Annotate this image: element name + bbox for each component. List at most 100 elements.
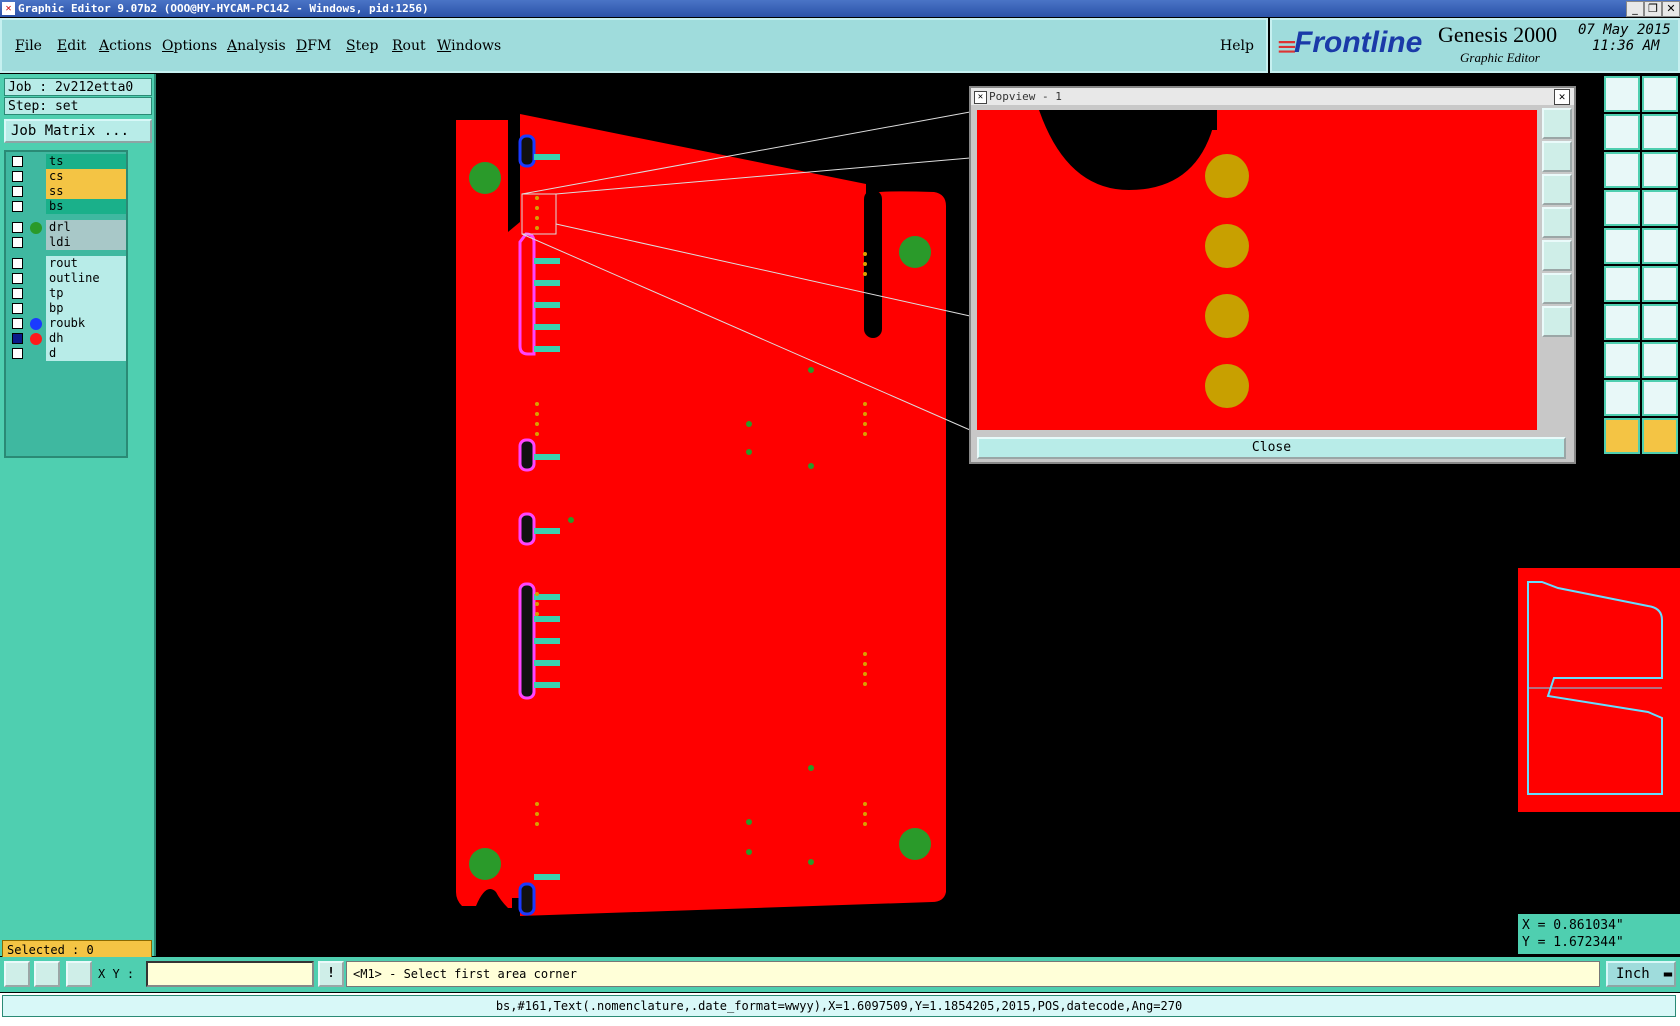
job-matrix-button[interactable]: Job Matrix ...: [4, 119, 152, 143]
link-icon[interactable]: [1604, 266, 1640, 302]
s-curve-icon[interactable]: [1642, 114, 1678, 150]
layer-row-ss[interactable]: ss: [8, 184, 126, 199]
pattern-icon[interactable]: [1642, 342, 1678, 378]
drc-icon[interactable]: [1604, 190, 1640, 226]
layer-checkbox[interactable]: [12, 333, 23, 344]
mounting-hole: [899, 828, 931, 860]
menu-analysis[interactable]: Analysis: [227, 38, 286, 54]
brand-area: ≡ Frontline Genesis 2000 Graphic Editor …: [1270, 18, 1680, 73]
menu-options[interactable]: Options: [162, 38, 217, 54]
measure-icon[interactable]: [34, 961, 60, 987]
flip-icon[interactable]: [1642, 304, 1678, 340]
drc2-icon[interactable]: [1642, 190, 1678, 226]
minimize-button[interactable]: _: [1626, 1, 1644, 17]
layer-checkbox[interactable]: [12, 156, 23, 167]
help-icon[interactable]: [1642, 152, 1678, 188]
popview-close-icon[interactable]: ✕: [1554, 89, 1570, 105]
layer-checkbox[interactable]: [12, 201, 23, 212]
layer-row-tp[interactable]: tp: [8, 286, 126, 301]
layer-name: d: [46, 346, 126, 361]
pv-expand-icon[interactable]: [1542, 273, 1572, 304]
layer-row-drl[interactable]: drl: [8, 220, 126, 235]
ruler-icon[interactable]: [1604, 228, 1640, 264]
layer-row-outline[interactable]: outline: [8, 271, 126, 286]
product-name: Genesis 2000: [1438, 22, 1558, 47]
layer-checkbox[interactable]: [12, 288, 23, 299]
menu-help[interactable]: Help: [1220, 38, 1254, 54]
layer-row-roubk[interactable]: roubk: [8, 316, 126, 331]
layer-name: roubk: [46, 316, 126, 331]
layer-row-ts[interactable]: ts: [8, 154, 126, 169]
status-text: bs,#161,Text(.nomenclature,.date_format=…: [2, 995, 1676, 1017]
layer-checkbox[interactable]: [12, 303, 23, 314]
layer-checkbox[interactable]: [12, 237, 23, 248]
layer-row-dh[interactable]: dh: [8, 331, 126, 346]
status-bar: bs,#161,Text(.nomenclature,.date_format=…: [0, 993, 1680, 1026]
popview-close-button[interactable]: Close: [977, 437, 1566, 459]
pv-down-icon[interactable]: [1542, 174, 1572, 205]
date-label: 07 May 2015: [1578, 22, 1671, 38]
connector-group-2: [518, 582, 536, 700]
layer-checkbox[interactable]: [12, 273, 23, 284]
maximize-button[interactable]: ❐: [1644, 1, 1662, 17]
popview-canvas[interactable]: [977, 110, 1537, 430]
close-window-button[interactable]: ✕: [1662, 1, 1680, 17]
popview-icon: ✕: [974, 91, 987, 104]
popview-window: Popview - 1 ✕ ✕ Close: [969, 86, 1576, 464]
rotate-icon[interactable]: [1604, 114, 1640, 150]
layer-panel: Job : 2v212etta0 Step: set Job Matrix ..…: [0, 74, 156, 959]
arc2-icon[interactable]: [1642, 380, 1678, 416]
pv-left-icon[interactable]: [1542, 207, 1572, 238]
coord-y: Y = 1.672344": [1522, 935, 1624, 950]
pv-right-icon[interactable]: [1542, 240, 1572, 271]
menu-actions[interactable]: Actions: [99, 38, 152, 54]
command-bar: X Y : ! <M1> - Select first area corner …: [0, 957, 1680, 992]
layer-row-cs[interactable]: cs: [8, 169, 126, 184]
undo-icon[interactable]: [1604, 304, 1640, 340]
arc-icon[interactable]: [1604, 380, 1640, 416]
layer-name: bs: [46, 199, 126, 214]
layer-checkbox[interactable]: [12, 186, 23, 197]
layer-row-rout[interactable]: rout: [8, 256, 126, 271]
menu-edit[interactable]: Edit: [57, 38, 86, 54]
layer-checkbox[interactable]: [12, 222, 23, 233]
home-icon[interactable]: [1604, 76, 1640, 112]
layer-name: bp: [46, 301, 126, 316]
menu-file[interactable]: File: [15, 38, 42, 54]
snap-icon[interactable]: [4, 961, 30, 987]
pointer-icon[interactable]: [1604, 418, 1640, 454]
select-icon[interactable]: [1642, 418, 1678, 454]
layer-checkbox[interactable]: [12, 258, 23, 269]
layer-row-bs[interactable]: bs: [8, 199, 126, 214]
pv-zoom-icon[interactable]: [1542, 108, 1572, 139]
layer-checkbox[interactable]: [12, 318, 23, 329]
layer-checkbox[interactable]: [12, 348, 23, 359]
mounting-hole: [469, 162, 501, 194]
layer-name: dh: [46, 331, 126, 346]
units-select[interactable]: Inch ▬: [1606, 961, 1676, 987]
layer-row-ldi[interactable]: ldi: [8, 235, 126, 250]
target-icon[interactable]: [1642, 228, 1678, 264]
pv-fit-icon[interactable]: [1542, 141, 1572, 172]
pv-pan-icon[interactable]: [1542, 306, 1572, 337]
scale-icon[interactable]: [1604, 152, 1640, 188]
xy-input[interactable]: [146, 961, 314, 987]
layer-row-d[interactable]: d: [8, 346, 126, 361]
product-subtitle: Graphic Editor: [1460, 50, 1540, 65]
menu-step[interactable]: Step: [346, 38, 378, 54]
menu-rout[interactable]: Rout: [392, 38, 426, 54]
alert-icon[interactable]: !: [318, 961, 344, 987]
menu-dfm[interactable]: DFM: [296, 38, 331, 54]
menu-bar: File Edit Actions Options Analysis DFM S…: [0, 18, 1268, 73]
prompt-message: <M1> - Select first area corner: [346, 961, 1600, 987]
layer-row-bp[interactable]: bp: [8, 301, 126, 316]
menu-windows[interactable]: Windows: [437, 38, 501, 54]
grid-icon[interactable]: [66, 961, 92, 987]
overview-map[interactable]: [1518, 568, 1680, 812]
layer-checkbox[interactable]: [12, 171, 23, 182]
resize-icon[interactable]: [1604, 342, 1640, 378]
job-label: Job : 2v212etta0: [4, 78, 152, 96]
layout-icon[interactable]: [1642, 76, 1678, 112]
connect-icon[interactable]: [1642, 266, 1678, 302]
layer-name: tp: [46, 286, 126, 301]
